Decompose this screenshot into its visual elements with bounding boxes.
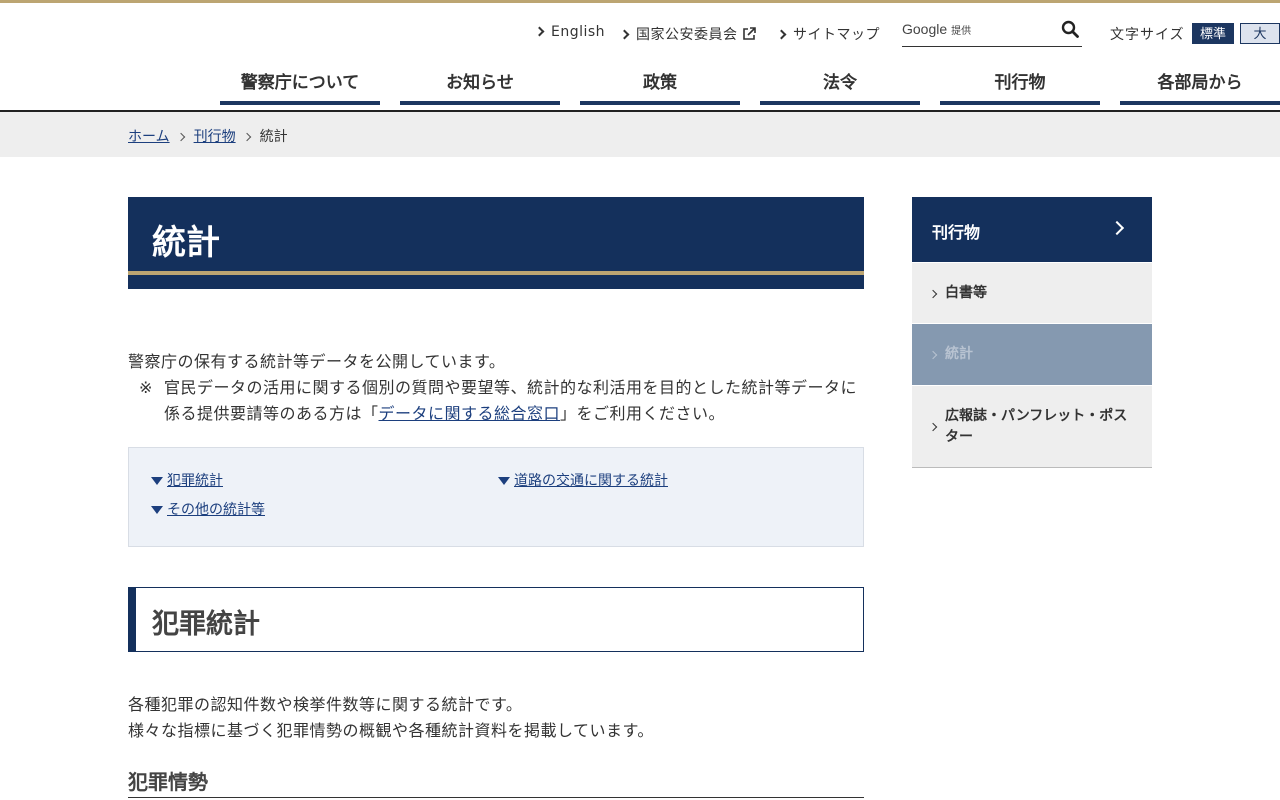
gnav-about[interactable]: 警察庁について <box>220 66 380 105</box>
npsc-link[interactable]: 国家公安委員会 <box>619 24 756 44</box>
page-title-block: 統計 <box>128 197 864 289</box>
page-toc: 犯罪統計 道路の交通に関する統計 その他の統計等 <box>128 447 864 547</box>
triangle-down-icon <box>498 477 510 485</box>
gnav-bureaus[interactable]: 各部局から <box>1120 66 1280 105</box>
breadcrumb: ホーム 刊行物 統計 <box>0 112 1280 157</box>
intro-paragraph: 警察庁の保有する統計等データを公開しています。 <box>128 352 506 371</box>
gnav-laws[interactable]: 法令 <box>760 66 920 105</box>
font-size-label: 文字サイズ <box>1110 27 1185 43</box>
sidebar-header-publications[interactable]: 刊行物 <box>912 197 1152 262</box>
toc-crime-stats[interactable]: 犯罪統計 <box>151 470 223 490</box>
sidebar-item-pamphlets[interactable]: 広報誌・パンフレット・ポスター <box>912 385 1152 467</box>
chevron-right-icon <box>776 29 787 40</box>
google-search-label: Google 提供 <box>902 21 972 37</box>
search-icon <box>1061 20 1079 38</box>
gnav-publications[interactable]: 刊行物 <box>940 66 1100 105</box>
toc-other-stats[interactable]: その他の統計等 <box>151 499 265 519</box>
intro-text: 警察庁の保有する統計等データを公開しています。 ※ 官民データの活用に関する個別… <box>128 349 864 427</box>
breadcrumb-current: 統計 <box>259 129 288 145</box>
triangle-down-icon <box>151 477 163 485</box>
note-mark: ※ <box>139 378 153 397</box>
chevron-right-icon <box>928 422 938 432</box>
chevron-right-icon <box>619 29 630 40</box>
sidebar: 刊行物 白書等 統計 広報誌・パンフレット・ポスター <box>912 197 1152 468</box>
toc-traffic-stats[interactable]: 道路の交通に関する統計 <box>498 470 668 490</box>
font-size-large-button[interactable]: 大 <box>1240 23 1280 44</box>
sidebar-item-statistics[interactable]: 統計 <box>912 323 1152 385</box>
gnav-news[interactable]: お知らせ <box>400 66 560 105</box>
english-link[interactable]: English <box>534 24 605 40</box>
chevron-right-icon <box>928 289 938 299</box>
chevron-right-icon <box>242 132 251 142</box>
utility-bar: English 国家公安委員会 サイトマップ Google 提供 文字サイズ 標準… <box>0 18 1280 48</box>
page-title: 統計 <box>152 223 220 263</box>
sidebar-item-white-papers[interactable]: 白書等 <box>912 262 1152 323</box>
sitemap-link[interactable]: サイトマップ <box>776 24 880 44</box>
data-request-note: ※ 官民データの活用に関する個別の質問や要望等、統計的な利活用を目的とした統計等… <box>128 375 864 427</box>
search-input[interactable] <box>982 20 1052 42</box>
sidebar-bottom-border <box>912 467 1152 468</box>
chevron-right-icon <box>1109 220 1125 236</box>
section-crime-description: 各種犯罪の認知件数や検挙件数等に関する統計です。 様々な指標に基づく犯罪情勢の概… <box>128 695 654 740</box>
site-search: Google 提供 <box>902 18 1082 47</box>
section-crime-header: 犯罪統計 <box>128 587 864 652</box>
font-size-standard-button[interactable]: 標準 <box>1192 23 1234 44</box>
chevron-right-icon <box>176 132 185 142</box>
title-accent-line <box>128 271 864 275</box>
section-crime-title: 犯罪統計 <box>152 609 260 640</box>
chevron-right-icon <box>928 350 938 360</box>
data-contact-link[interactable]: データに関する総合窓口 <box>379 404 561 423</box>
external-link-icon <box>742 27 756 40</box>
breadcrumb-home[interactable]: ホーム <box>128 129 170 145</box>
triangle-down-icon <box>151 506 163 514</box>
subsection-crime-situation: 犯罪情勢 <box>128 766 864 798</box>
gnav-policy[interactable]: 政策 <box>580 66 740 105</box>
top-accent-line <box>0 0 1280 3</box>
breadcrumb-publications[interactable]: 刊行物 <box>194 129 236 145</box>
main-content: 統計 警察庁の保有する統計等データを公開しています。 ※ 官民データの活用に関す… <box>128 197 864 798</box>
global-nav: 警察庁について お知らせ 政策 法令 刊行物 各部局から <box>0 66 1280 112</box>
chevron-right-icon <box>534 26 545 37</box>
search-button[interactable] <box>1060 20 1080 40</box>
